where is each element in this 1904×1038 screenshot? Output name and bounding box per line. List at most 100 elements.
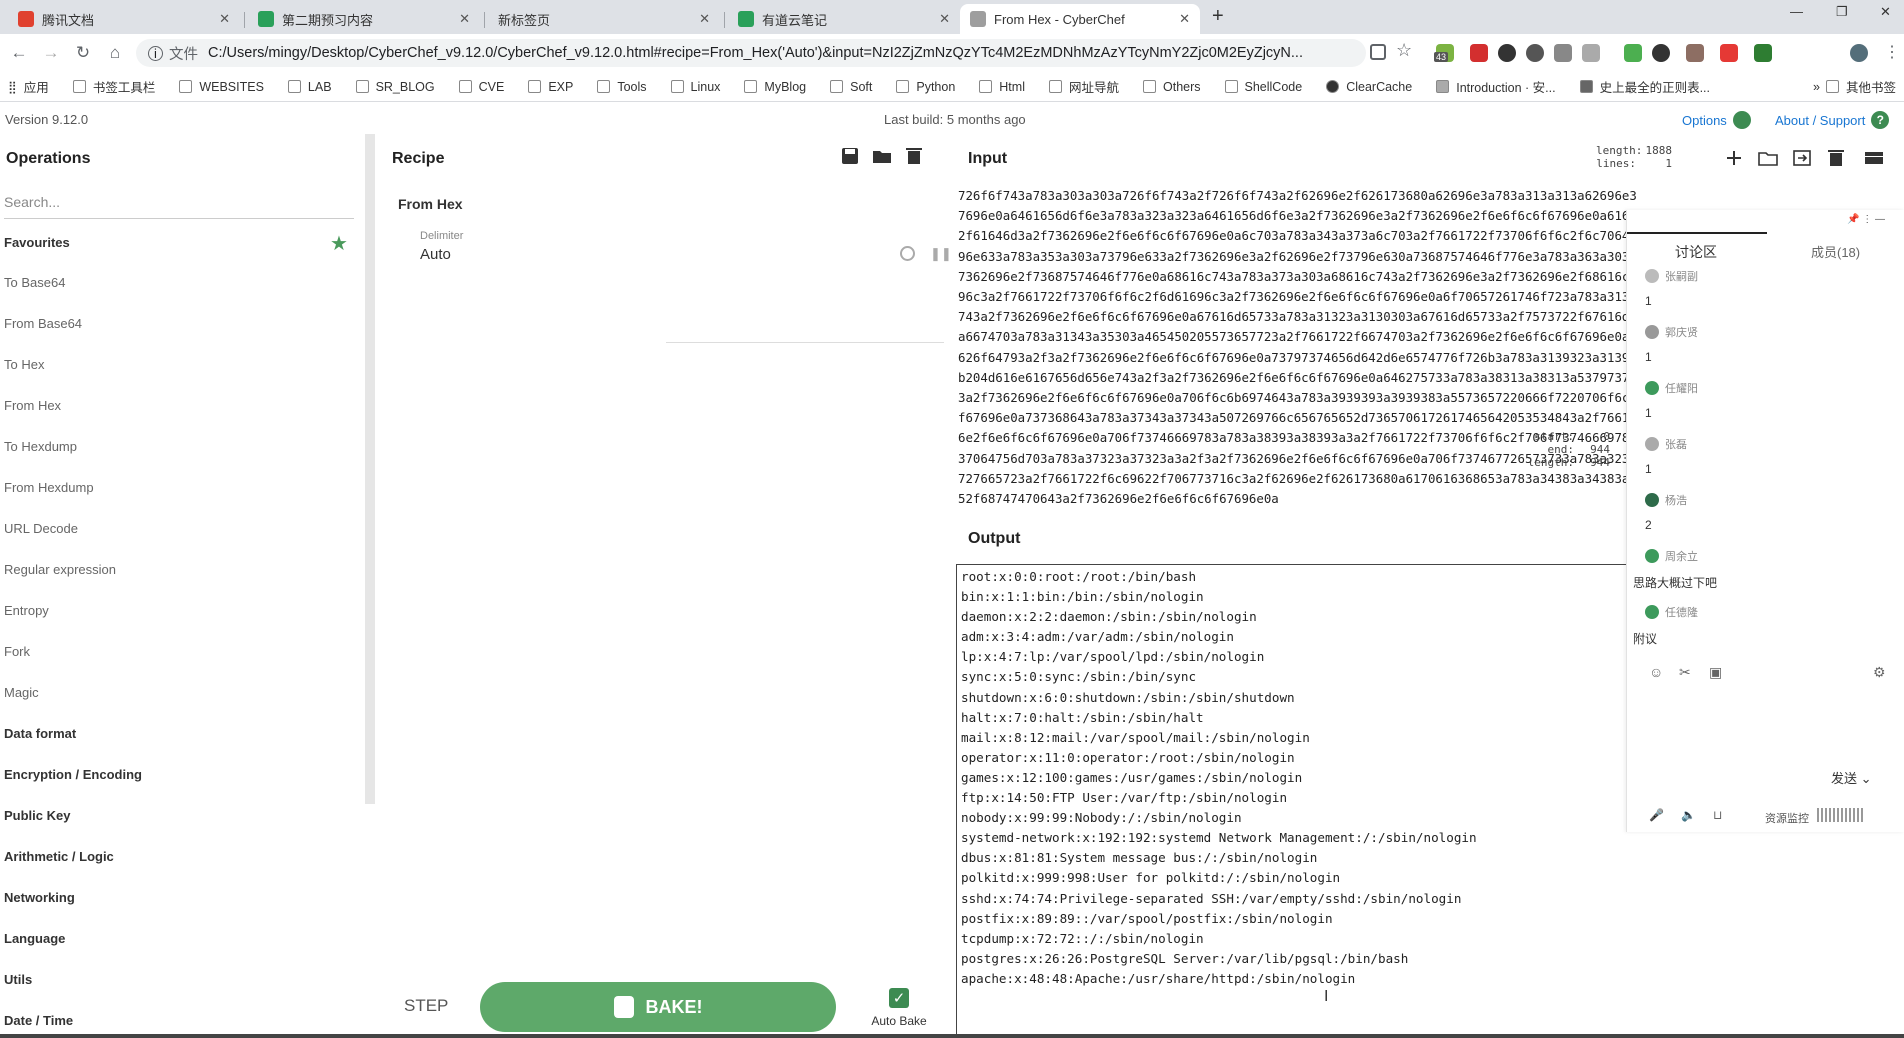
save-icon[interactable]	[840, 146, 860, 166]
browser-tab-preview-content[interactable]: 第二期预习内容 ✕	[248, 4, 480, 34]
home-icon[interactable]: ⌂	[102, 40, 128, 66]
layout-icon[interactable]	[1864, 148, 1884, 168]
tab-discussion[interactable]: 讨论区	[1675, 242, 1717, 262]
new-tab-button[interactable]: +	[1212, 5, 1224, 28]
op-to-hex[interactable]: To Hex	[4, 357, 44, 372]
category-utils[interactable]: Utils	[4, 972, 32, 987]
op-from-hexdump[interactable]: From Hexdump	[4, 480, 94, 495]
output-area[interactable]: root:x:0:0:root:/root:/bin/bash bin:x:1:1…	[956, 564, 1636, 1038]
bookmark-folder[interactable]: ShellCode	[1224, 80, 1302, 94]
extension-icon[interactable]	[1582, 44, 1600, 62]
bookmark-folder[interactable]: Linux	[670, 80, 720, 94]
camera-icon[interactable]: ⊔	[1713, 808, 1722, 822]
tab-members[interactable]: 成员(18)	[1811, 242, 1860, 261]
operations-search-input[interactable]: Search...	[4, 194, 354, 219]
bookmark-folder[interactable]: Others	[1143, 80, 1201, 94]
minimize-icon[interactable]: —	[1790, 4, 1803, 19]
extension-icon[interactable]	[1554, 44, 1572, 62]
menu-kebab-icon[interactable]: ⋮	[1884, 42, 1900, 62]
image-icon[interactable]: ▣	[1709, 664, 1722, 681]
address-bar[interactable]: i 文件 C:/Users/mingy/Desktop/CyberChef_v9…	[136, 39, 1366, 67]
reload-icon[interactable]: ↻	[70, 40, 96, 66]
op-fork[interactable]: Fork	[4, 644, 30, 659]
delimiter-select[interactable]: Auto	[420, 246, 451, 263]
pause-icon[interactable]: ❚❚	[930, 246, 952, 262]
bookmark-folder[interactable]: 书签工具栏	[72, 77, 155, 96]
category-data-format[interactable]: Data format	[4, 726, 76, 741]
browser-tab-tencent-docs[interactable]: 腾讯文档 ✕	[8, 4, 240, 34]
trash-icon[interactable]	[904, 146, 924, 166]
bookmark-folder[interactable]: Tools	[597, 80, 647, 94]
extension-icon[interactable]	[1624, 44, 1642, 62]
open-folder-icon[interactable]	[1758, 148, 1778, 168]
bookmark-folder[interactable]: WEBSITES	[179, 80, 264, 94]
about-support-button[interactable]: About / Support?	[1775, 111, 1890, 129]
restore-icon[interactable]: ❐	[1836, 4, 1848, 20]
star-icon[interactable]: ★	[330, 231, 348, 256]
category-favourites[interactable]: Favourites	[4, 235, 70, 250]
speaker-icon[interactable]: 🔈	[1681, 808, 1696, 822]
close-window-icon[interactable]: ✕	[1880, 4, 1891, 20]
extension-icon[interactable]	[1498, 44, 1516, 62]
auto-bake-checkbox[interactable]: ✓ Auto Bake	[864, 988, 934, 1028]
bookmark-folder[interactable]: LAB	[287, 80, 332, 94]
step-button[interactable]: STEP	[404, 996, 448, 1016]
bake-button[interactable]: BAKE!	[480, 982, 836, 1032]
category-networking[interactable]: Networking	[4, 890, 75, 905]
category-arithmetic-logic[interactable]: Arithmetic / Logic	[4, 849, 114, 864]
emoji-icon[interactable]: ☺	[1649, 664, 1663, 680]
op-url-decode[interactable]: URL Decode	[4, 521, 78, 536]
close-icon[interactable]: ✕	[219, 11, 230, 27]
extension-icon[interactable]	[1720, 44, 1738, 62]
clear-input-trash-icon[interactable]	[1826, 148, 1846, 168]
microphone-icon[interactable]: 🎤	[1649, 808, 1664, 822]
bookmark-folder[interactable]: EXP	[528, 80, 573, 94]
bookmark-link[interactable]: 史上最全的正则表...	[1579, 77, 1710, 96]
op-from-hex[interactable]: From Hex	[4, 398, 61, 413]
bookmark-folder[interactable]: 网址导航	[1048, 77, 1119, 96]
op-to-base64[interactable]: To Base64	[4, 275, 65, 290]
close-icon[interactable]: ✕	[699, 11, 710, 27]
close-icon[interactable]: ✕	[939, 11, 950, 27]
category-public-key[interactable]: Public Key	[4, 808, 70, 823]
op-from-base64[interactable]: From Base64	[4, 316, 82, 331]
translate-icon[interactable]	[1370, 44, 1386, 60]
close-icon[interactable]: ✕	[1179, 11, 1190, 27]
op-regular-expression[interactable]: Regular expression	[4, 562, 116, 577]
back-arrow-icon[interactable]: ←	[6, 40, 32, 66]
forward-arrow-icon[interactable]: →	[38, 40, 64, 66]
scissors-icon[interactable]: ✂	[1679, 664, 1691, 681]
browser-tab-cyberchef[interactable]: From Hex - CyberChef ✕	[960, 4, 1200, 34]
bookmark-folder[interactable]: Soft	[830, 80, 872, 94]
pin-icon[interactable]: 📌 ⋮ —	[1847, 214, 1885, 225]
settings-icon[interactable]: ⚙	[1873, 664, 1886, 681]
star-icon[interactable]: ☆	[1396, 40, 1412, 61]
options-button[interactable]: Options	[1682, 111, 1751, 129]
recipe-operation-from-hex[interactable]: From Hex Delimiter Auto ❚❚	[390, 184, 952, 343]
extension-icon[interactable]	[1470, 44, 1488, 62]
close-icon[interactable]: ✕	[459, 11, 470, 27]
disable-operation-icon[interactable]	[900, 246, 915, 261]
profile-avatar[interactable]	[1850, 44, 1868, 62]
bookmark-folder[interactable]: Python	[896, 80, 955, 94]
bookmark-apps[interactable]: ⣿ 应用	[8, 77, 49, 96]
extension-icon[interactable]	[1526, 44, 1544, 62]
bookmark-folder[interactable]: Html	[979, 80, 1025, 94]
extension-icon[interactable]	[1754, 44, 1772, 62]
bookmark-folder[interactable]: MyBlog	[744, 80, 806, 94]
send-button[interactable]: 发送 ⌄	[1831, 768, 1872, 787]
panel-resize-handle[interactable]	[365, 134, 375, 804]
folder-icon[interactable]	[872, 146, 892, 166]
bookmark-folder[interactable]: SR_BLOG	[355, 80, 435, 94]
category-encryption-encoding[interactable]: Encryption / Encoding	[4, 767, 142, 782]
op-magic[interactable]: Magic	[4, 685, 39, 700]
bookmark-other[interactable]: » 其他书签	[1813, 77, 1896, 96]
open-file-icon[interactable]	[1792, 148, 1812, 168]
browser-tab-youdao-note[interactable]: 有道云笔记 ✕	[728, 4, 960, 34]
bookmark-link[interactable]: Introduction · 安...	[1436, 77, 1556, 96]
add-input-tab-icon[interactable]	[1724, 148, 1744, 168]
category-language[interactable]: Language	[4, 931, 65, 946]
extension-icon[interactable]: 43	[1434, 44, 1454, 62]
op-to-hexdump[interactable]: To Hexdump	[4, 439, 77, 454]
extension-icon[interactable]	[1686, 44, 1704, 62]
